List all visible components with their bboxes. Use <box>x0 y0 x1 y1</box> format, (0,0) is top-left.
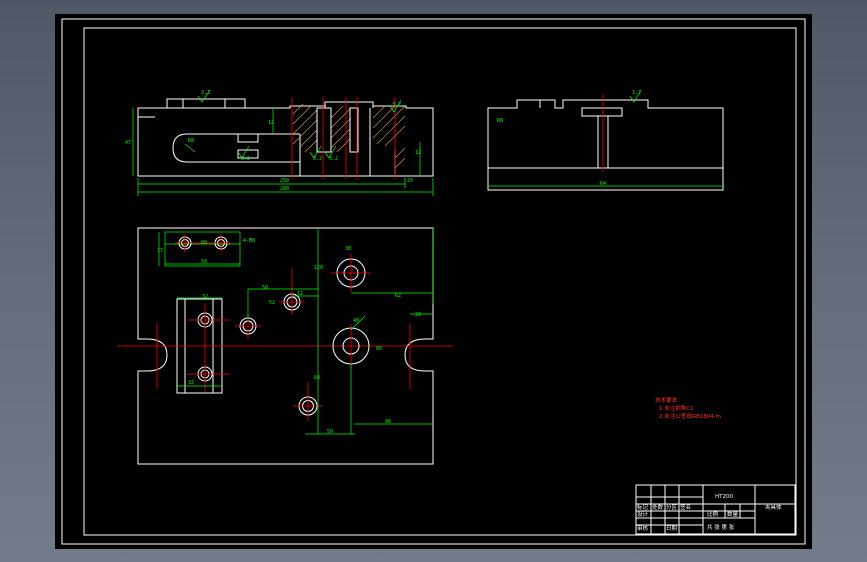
dim-plan-b4: 12 <box>297 291 303 297</box>
dim-plan-b12: 60 <box>314 375 320 381</box>
tb-qty: 数量 <box>727 510 739 518</box>
dim-plan-b8: 32 <box>202 294 208 300</box>
dim-plan-a1: 17 <box>157 248 163 254</box>
dim-plan-a4: 120 <box>314 265 323 271</box>
tb-scale: 比例 <box>707 510 719 518</box>
dim-plan-b13: 50 <box>327 429 333 435</box>
dim-plan-b2: 62 <box>395 293 401 299</box>
dim-side-r: R8 <box>497 118 503 124</box>
dim-plan-b6: 50 <box>262 285 268 291</box>
roughness-3: 3.2 <box>313 156 322 162</box>
dim-plan-a8: 52 <box>269 300 275 306</box>
dim-plan-b3: 80 <box>376 346 382 352</box>
tb-sign: 签名 <box>680 503 691 511</box>
dim-front-inner: 250 <box>280 178 289 184</box>
tb-name: 夹具体 <box>765 503 782 511</box>
tb-checker: 审核 <box>637 524 649 532</box>
tb-mark: 标记 <box>637 503 649 511</box>
inner-border <box>83 27 797 536</box>
plan-view: 17 80 50 4-M8 120 30 62 80 20 50 12 52 3… <box>117 227 453 465</box>
dim-plan-a2: 80 <box>201 240 207 246</box>
dim-plan-a10: 20 <box>415 312 421 318</box>
cad-drawing: 250 288 25 47 12 12 R8 3.2 3.2 3.2 3.2 3… <box>61 18 806 545</box>
dim-plan-b11: 40 <box>353 318 359 324</box>
tb-date: 日期 <box>666 525 678 532</box>
dim-front-overall: 288 <box>280 186 289 192</box>
dim-front-right: 25 <box>407 178 413 184</box>
notes-line1: 1.未注倒角C1 <box>659 404 694 412</box>
section-hatch <box>292 103 406 169</box>
drawing-canvas: 250 288 25 47 12 12 R8 3.2 3.2 3.2 3.2 3… <box>55 14 812 549</box>
dim-front-slot: 12 <box>268 120 274 126</box>
dim-plan-b14: 90 <box>385 419 391 425</box>
tb-sheet: 共 张 第 张 <box>707 523 735 531</box>
dim-plan-b9: 32 <box>188 380 194 386</box>
dim-front-r: R8 <box>188 138 194 144</box>
tb-count: 处数 <box>652 503 664 511</box>
roughness-6: 3.2 <box>632 90 641 96</box>
roughness-5: 3.2 <box>392 102 401 108</box>
front-view: 250 288 25 47 12 12 R8 3.2 3.2 3.2 3.2 3… <box>125 89 434 196</box>
roughness-4: 3.2 <box>329 156 338 162</box>
roughness-1: 3.2 <box>201 90 210 96</box>
technical-notes: 技术要求 1.未注倒角C1 2.未注公差按GB1804-m <box>655 396 721 420</box>
dim-plan-b1: 30 <box>345 246 351 252</box>
title-block: 标记 处数 分区 签名 设计 审核 日期 HT200 比例 数量 共 张 第 张… <box>635 484 796 535</box>
tb-zone: 分区 <box>666 503 678 511</box>
roughness-2: 3.2 <box>241 156 250 162</box>
dim-side-length: 64 <box>600 181 606 187</box>
dim-front-hr: 12 <box>415 150 421 156</box>
tb-material: HT200 <box>715 494 733 500</box>
dim-plan-a9: 4-M8 <box>243 238 255 244</box>
dim-front-height: 47 <box>125 140 131 146</box>
notes-title: 技术要求 <box>655 396 678 404</box>
dim-plan-a7: 50 <box>201 259 207 265</box>
tb-designer: 设计 <box>637 510 649 518</box>
notes-line2: 2.未注公差按GB1804-m <box>659 412 721 420</box>
side-view: 64 R8 3.2 <box>487 89 724 191</box>
